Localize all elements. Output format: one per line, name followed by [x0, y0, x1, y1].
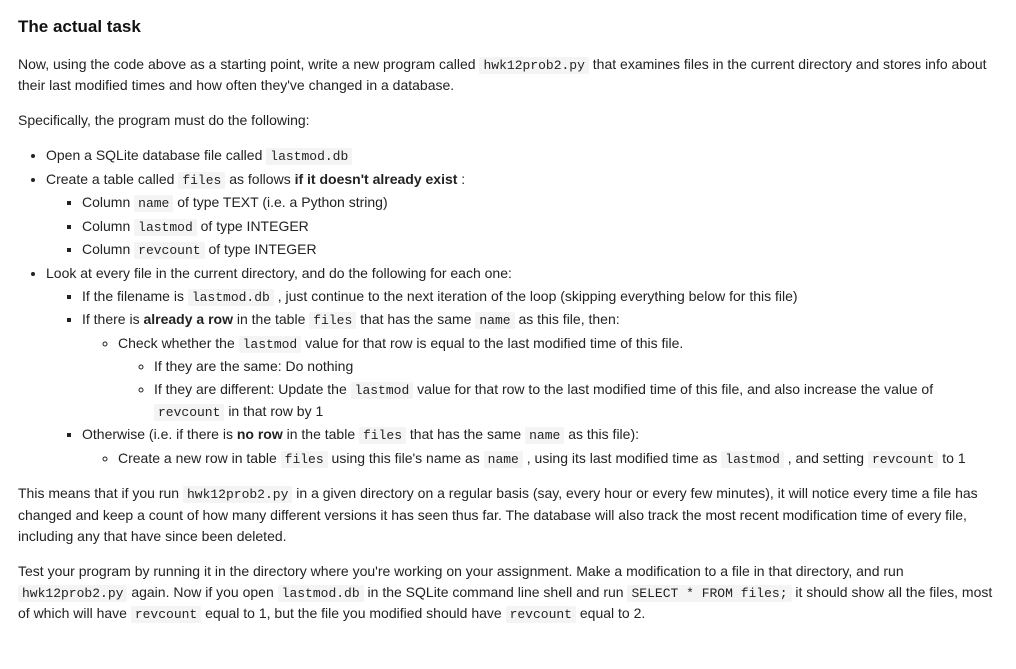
text: Column [82, 218, 134, 234]
text: that has the same [360, 311, 475, 327]
file-loop-list: If the filename is lastmod.db , just con… [46, 286, 998, 470]
text: , and setting [788, 450, 868, 466]
section-heading: The actual task [18, 14, 998, 40]
text: in the table [287, 426, 359, 442]
text: as this file): [568, 426, 639, 442]
code-dbfile: lastmod.db [278, 585, 364, 602]
code-sql: SELECT * FROM files; [627, 585, 791, 602]
code-table: files [309, 312, 356, 329]
list-item: Column revcount of type INTEGER [82, 239, 998, 261]
text: If they are the same: Do nothing [154, 358, 353, 374]
list-item: Check whether the lastmod value for that… [118, 333, 998, 423]
intro-paragraph: Now, using the code above as a starting … [18, 54, 998, 97]
text: in that row by 1 [228, 403, 323, 419]
requirements-list: Open a SQLite database file called lastm… [18, 145, 998, 469]
list-item: If they are the same: Do nothing [154, 356, 998, 377]
code-column: name [475, 312, 514, 329]
list-item: If the filename is lastmod.db , just con… [82, 286, 998, 308]
text: of type INTEGER [208, 241, 316, 257]
assignment-document: The actual task Now, using the code abov… [0, 0, 1016, 669]
text: Look at every file in the current direct… [46, 265, 512, 281]
text: Create a new row in table [118, 450, 281, 466]
text: Now, using the code above as a starting … [18, 56, 479, 72]
create-row-list: Create a new row in table files using th… [82, 448, 998, 470]
code-column: lastmod [721, 451, 784, 468]
list-item: Column name of type TEXT (i.e. a Python … [82, 192, 998, 214]
text: in the table [237, 311, 309, 327]
list-item: Column lastmod of type INTEGER [82, 216, 998, 238]
branch-list: If they are the same: Do nothing If they… [118, 356, 998, 422]
list-item: Create a table called files as follows i… [46, 169, 998, 261]
list-item: Look at every file in the current direct… [46, 263, 998, 470]
code-column: revcount [154, 404, 224, 421]
code-column: revcount [134, 242, 204, 259]
code-column: revcount [506, 606, 576, 623]
code-column: revcount [868, 451, 938, 468]
text: Open a SQLite database file called [46, 147, 266, 163]
text: that has the same [410, 426, 525, 442]
code-table: files [359, 427, 406, 444]
columns-list: Column name of type TEXT (i.e. a Python … [46, 192, 998, 261]
text: , just continue to the next iteration of… [278, 288, 798, 304]
code-column: lastmod [134, 219, 197, 236]
text: Check whether the [118, 335, 239, 351]
test-paragraph: Test your program by running it in the d… [18, 561, 998, 625]
emphasis: no row [237, 426, 283, 442]
text: again. Now if you open [131, 584, 277, 600]
code-filename: hwk12prob2.py [183, 486, 292, 503]
text: using this file's name as [332, 450, 484, 466]
explanation-paragraph: This means that if you run hwk12prob2.py… [18, 483, 998, 547]
text: value for that row to the last modified … [417, 381, 933, 397]
text: Create a table called [46, 171, 178, 187]
text: in the SQLite command line shell and run [368, 584, 628, 600]
list-item: Create a new row in table files using th… [118, 448, 998, 470]
code-filename: hwk12prob2.py [18, 585, 127, 602]
code-column: lastmod [239, 336, 302, 353]
text: Otherwise (i.e. if there is [82, 426, 237, 442]
text: : [461, 171, 465, 187]
code-dbfile: lastmod.db [188, 289, 274, 306]
text: If they are different: Update the [154, 381, 351, 397]
text: This means that if you run [18, 485, 183, 501]
check-list: Check whether the lastmod value for that… [82, 333, 998, 423]
code-dbfile: lastmod.db [266, 148, 352, 165]
code-table: files [178, 172, 225, 189]
text: If the filename is [82, 288, 188, 304]
specifically-paragraph: Specifically, the program must do the fo… [18, 110, 998, 131]
code-column: name [484, 451, 523, 468]
text: as follows [229, 171, 294, 187]
text: of type TEXT (i.e. a Python string) [177, 194, 387, 210]
list-item: If there is already a row in the table f… [82, 309, 998, 422]
code-table: files [281, 451, 328, 468]
code-column: name [525, 427, 564, 444]
code-column: name [134, 195, 173, 212]
emphasis: if it doesn't already exist [295, 171, 458, 187]
text: If there is [82, 311, 143, 327]
text: Column [82, 241, 134, 257]
code-column: lastmod [351, 382, 414, 399]
text: equal to 1, but the file you modified sh… [205, 605, 505, 621]
emphasis: already a row [143, 311, 233, 327]
code-filename: hwk12prob2.py [479, 57, 588, 74]
text: as this file, then: [518, 311, 619, 327]
list-item: Open a SQLite database file called lastm… [46, 145, 998, 167]
text: to 1 [942, 450, 965, 466]
text: equal to 2. [580, 605, 645, 621]
text: of type INTEGER [201, 218, 309, 234]
text: Column [82, 194, 134, 210]
text: , using its last modified time as [527, 450, 722, 466]
text: value for that row is equal to the last … [305, 335, 683, 351]
code-column: revcount [131, 606, 201, 623]
list-item: Otherwise (i.e. if there is no row in th… [82, 424, 998, 469]
list-item: If they are different: Update the lastmo… [154, 379, 998, 422]
